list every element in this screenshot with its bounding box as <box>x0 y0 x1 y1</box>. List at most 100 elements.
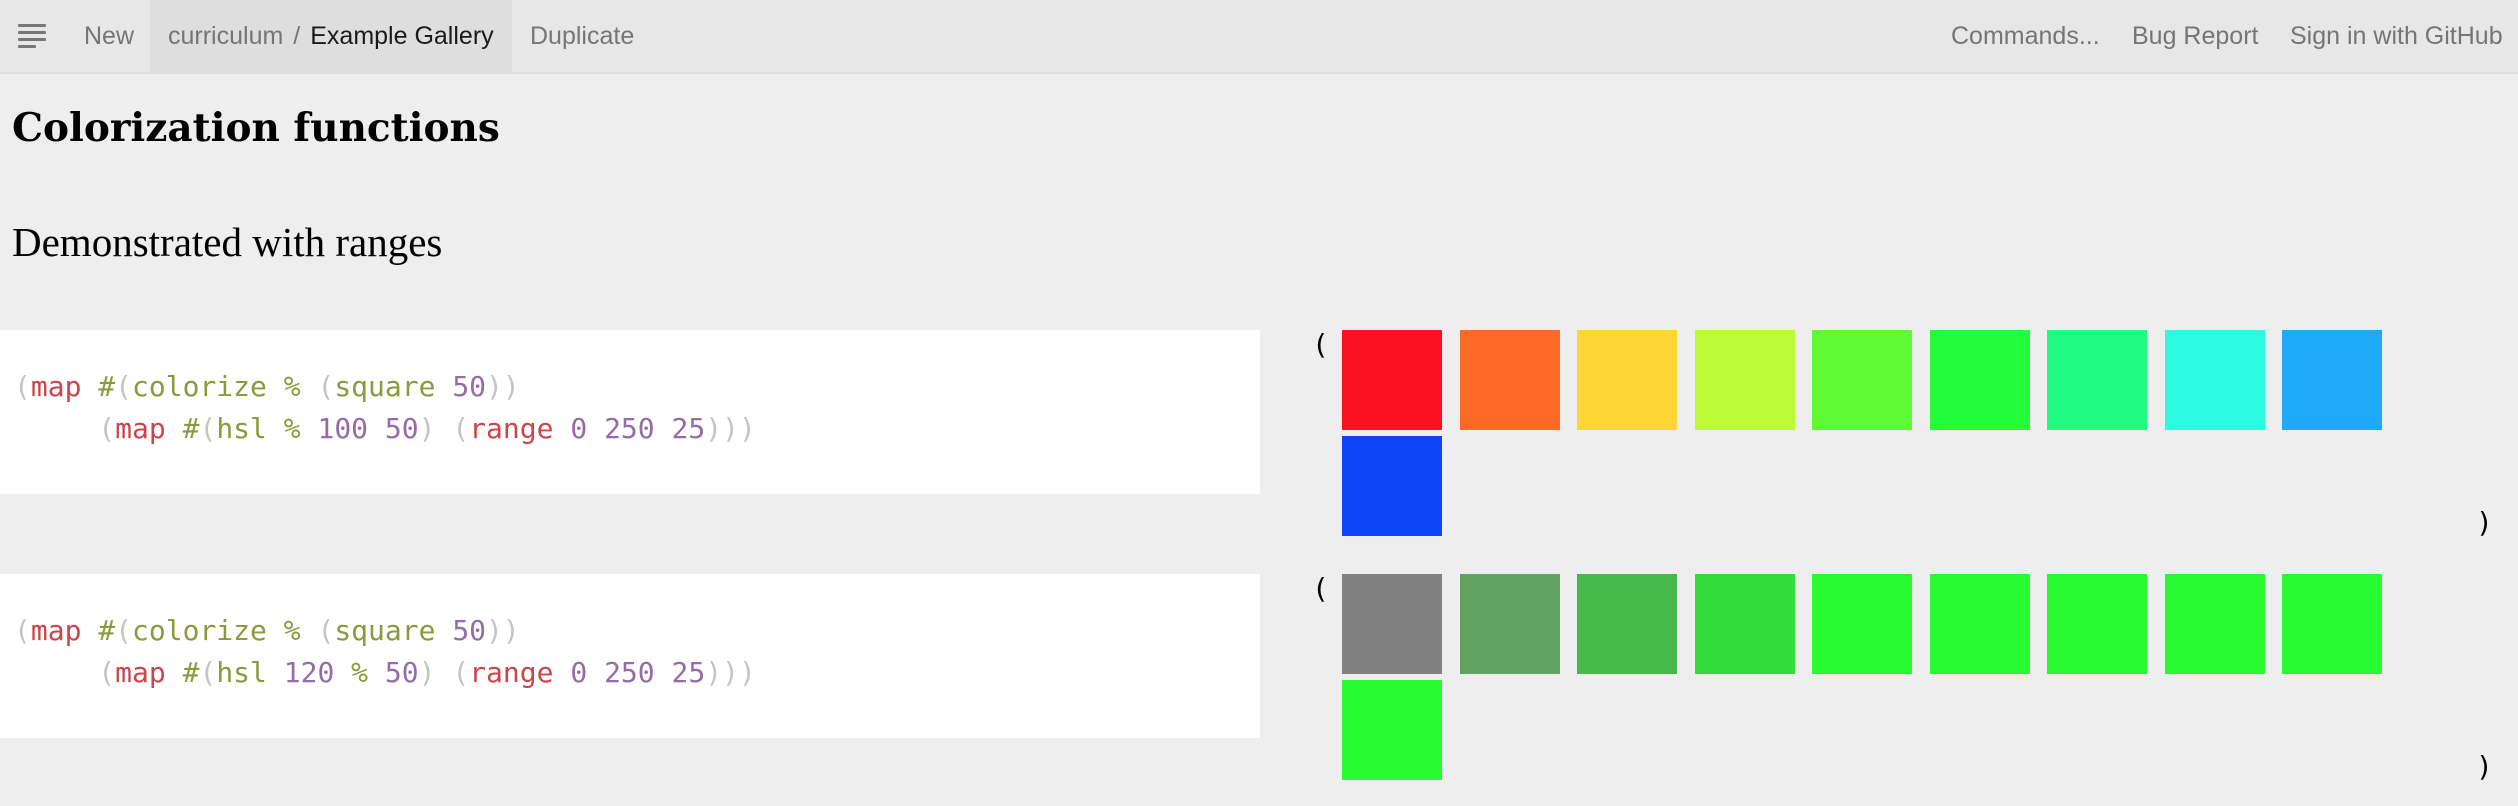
code-token: map <box>115 656 166 689</box>
code-token: ( <box>199 412 217 445</box>
code-token: 250 <box>604 412 655 445</box>
color-swatch <box>1694 574 1795 674</box>
color-swatch <box>1459 330 1560 430</box>
code-token: ) <box>418 656 453 689</box>
color-swatch <box>1459 574 1560 674</box>
code-token: )) <box>486 370 520 403</box>
code-token: ( <box>199 656 217 689</box>
code-token: colorize <box>132 370 267 403</box>
code-token: 100 <box>317 412 369 445</box>
code-token: % <box>334 656 385 689</box>
color-swatch <box>1694 330 1795 430</box>
code-token: ( <box>115 370 133 403</box>
breadcrumb-title[interactable]: Example Gallery <box>310 22 493 50</box>
code-token: 25 <box>671 412 706 445</box>
color-swatch <box>2047 330 2147 430</box>
open-paren: ( <box>1312 328 1329 361</box>
code-token: map <box>30 370 82 403</box>
breadcrumb-parent[interactable]: curriculum <box>168 22 283 50</box>
code-token: # <box>165 412 200 445</box>
color-swatch <box>1342 680 1442 780</box>
sign-in-github-button[interactable]: Sign in with GitHub <box>2290 0 2503 72</box>
code-token: ))) <box>705 412 756 445</box>
color-swatch <box>1929 574 2030 674</box>
code-line[interactable]: (map #(hsl 120 % 50) (range 0 250 25))) <box>14 656 756 689</box>
code-line[interactable]: (map #(colorize % (square 50)) <box>14 370 520 403</box>
code-token: ( <box>452 412 470 445</box>
code-token: ( <box>317 370 335 403</box>
section-heading: Demonstrated with ranges <box>12 219 443 265</box>
code-token: hsl <box>216 412 267 445</box>
code-token: % <box>266 370 318 403</box>
code-editor-cell[interactable]: (map #(colorize % (square 50)) (map #(hs… <box>0 574 1260 738</box>
close-paren: ) <box>2476 750 2493 783</box>
code-token: 50 <box>452 614 487 647</box>
color-swatch <box>1342 436 1442 536</box>
code-token: # <box>165 656 200 689</box>
code-token: ( <box>98 656 116 689</box>
code-token: square <box>334 614 436 647</box>
code-token: 50 <box>452 370 487 403</box>
code-token: range <box>469 412 554 445</box>
code-token: # <box>81 370 116 403</box>
code-token: 250 <box>604 656 655 689</box>
color-swatch <box>1812 330 1912 430</box>
code-token: range <box>469 656 554 689</box>
code-token: ( <box>452 656 470 689</box>
code-token: ( <box>14 370 31 403</box>
code-token: square <box>334 370 436 403</box>
color-swatch <box>1577 574 1677 674</box>
code-token: # <box>81 614 116 647</box>
code-token: 25 <box>671 656 706 689</box>
commands-button[interactable]: Commands... <box>1951 0 2100 72</box>
code-token: )) <box>486 614 520 647</box>
breadcrumb-separator: / <box>293 22 301 50</box>
top-toolbar: New curriculum / Example Gallery Duplicate… <box>0 0 2518 74</box>
close-paren: ) <box>2476 506 2493 539</box>
code-token: 120 <box>283 656 335 689</box>
color-swatch <box>1342 330 1442 430</box>
code-token: colorize <box>132 614 267 647</box>
color-swatch <box>1342 574 1442 674</box>
code-token: 0 <box>570 656 588 689</box>
code-token: ( <box>98 412 116 445</box>
color-swatch <box>1812 574 1912 674</box>
code-token: % <box>266 614 318 647</box>
color-swatch <box>2282 574 2382 674</box>
code-token: hsl <box>216 656 267 689</box>
color-swatch <box>2164 330 2265 430</box>
code-token: ( <box>317 614 335 647</box>
code-token: ( <box>14 614 31 647</box>
output-cell: () <box>1300 566 2518 806</box>
code-token: 50 <box>384 412 419 445</box>
color-swatch <box>2164 574 2265 674</box>
code-token: 50 <box>384 656 419 689</box>
code-line[interactable]: (map #(hsl % 100 50) (range 0 250 25))) <box>14 412 756 445</box>
code-token: map <box>115 412 166 445</box>
code-token: 0 <box>570 412 588 445</box>
open-paren: ( <box>1312 572 1329 605</box>
code-token: ) <box>418 412 453 445</box>
code-editor-cell[interactable]: (map #(colorize % (square 50)) (map #(hs… <box>0 330 1260 494</box>
bug-report-link[interactable]: Bug Report <box>2132 0 2258 72</box>
code-token: ))) <box>705 656 756 689</box>
duplicate-button[interactable]: Duplicate <box>530 0 634 72</box>
hamburger-menu-icon[interactable] <box>18 22 48 50</box>
code-line[interactable]: (map #(colorize % (square 50)) <box>14 614 520 647</box>
new-button[interactable]: New <box>84 0 134 72</box>
color-swatch <box>2047 574 2147 674</box>
code-token: map <box>30 614 82 647</box>
color-swatch <box>1929 330 2030 430</box>
breadcrumb[interactable]: curriculum / Example Gallery <box>150 0 512 72</box>
output-cell: () <box>1300 322 2518 562</box>
